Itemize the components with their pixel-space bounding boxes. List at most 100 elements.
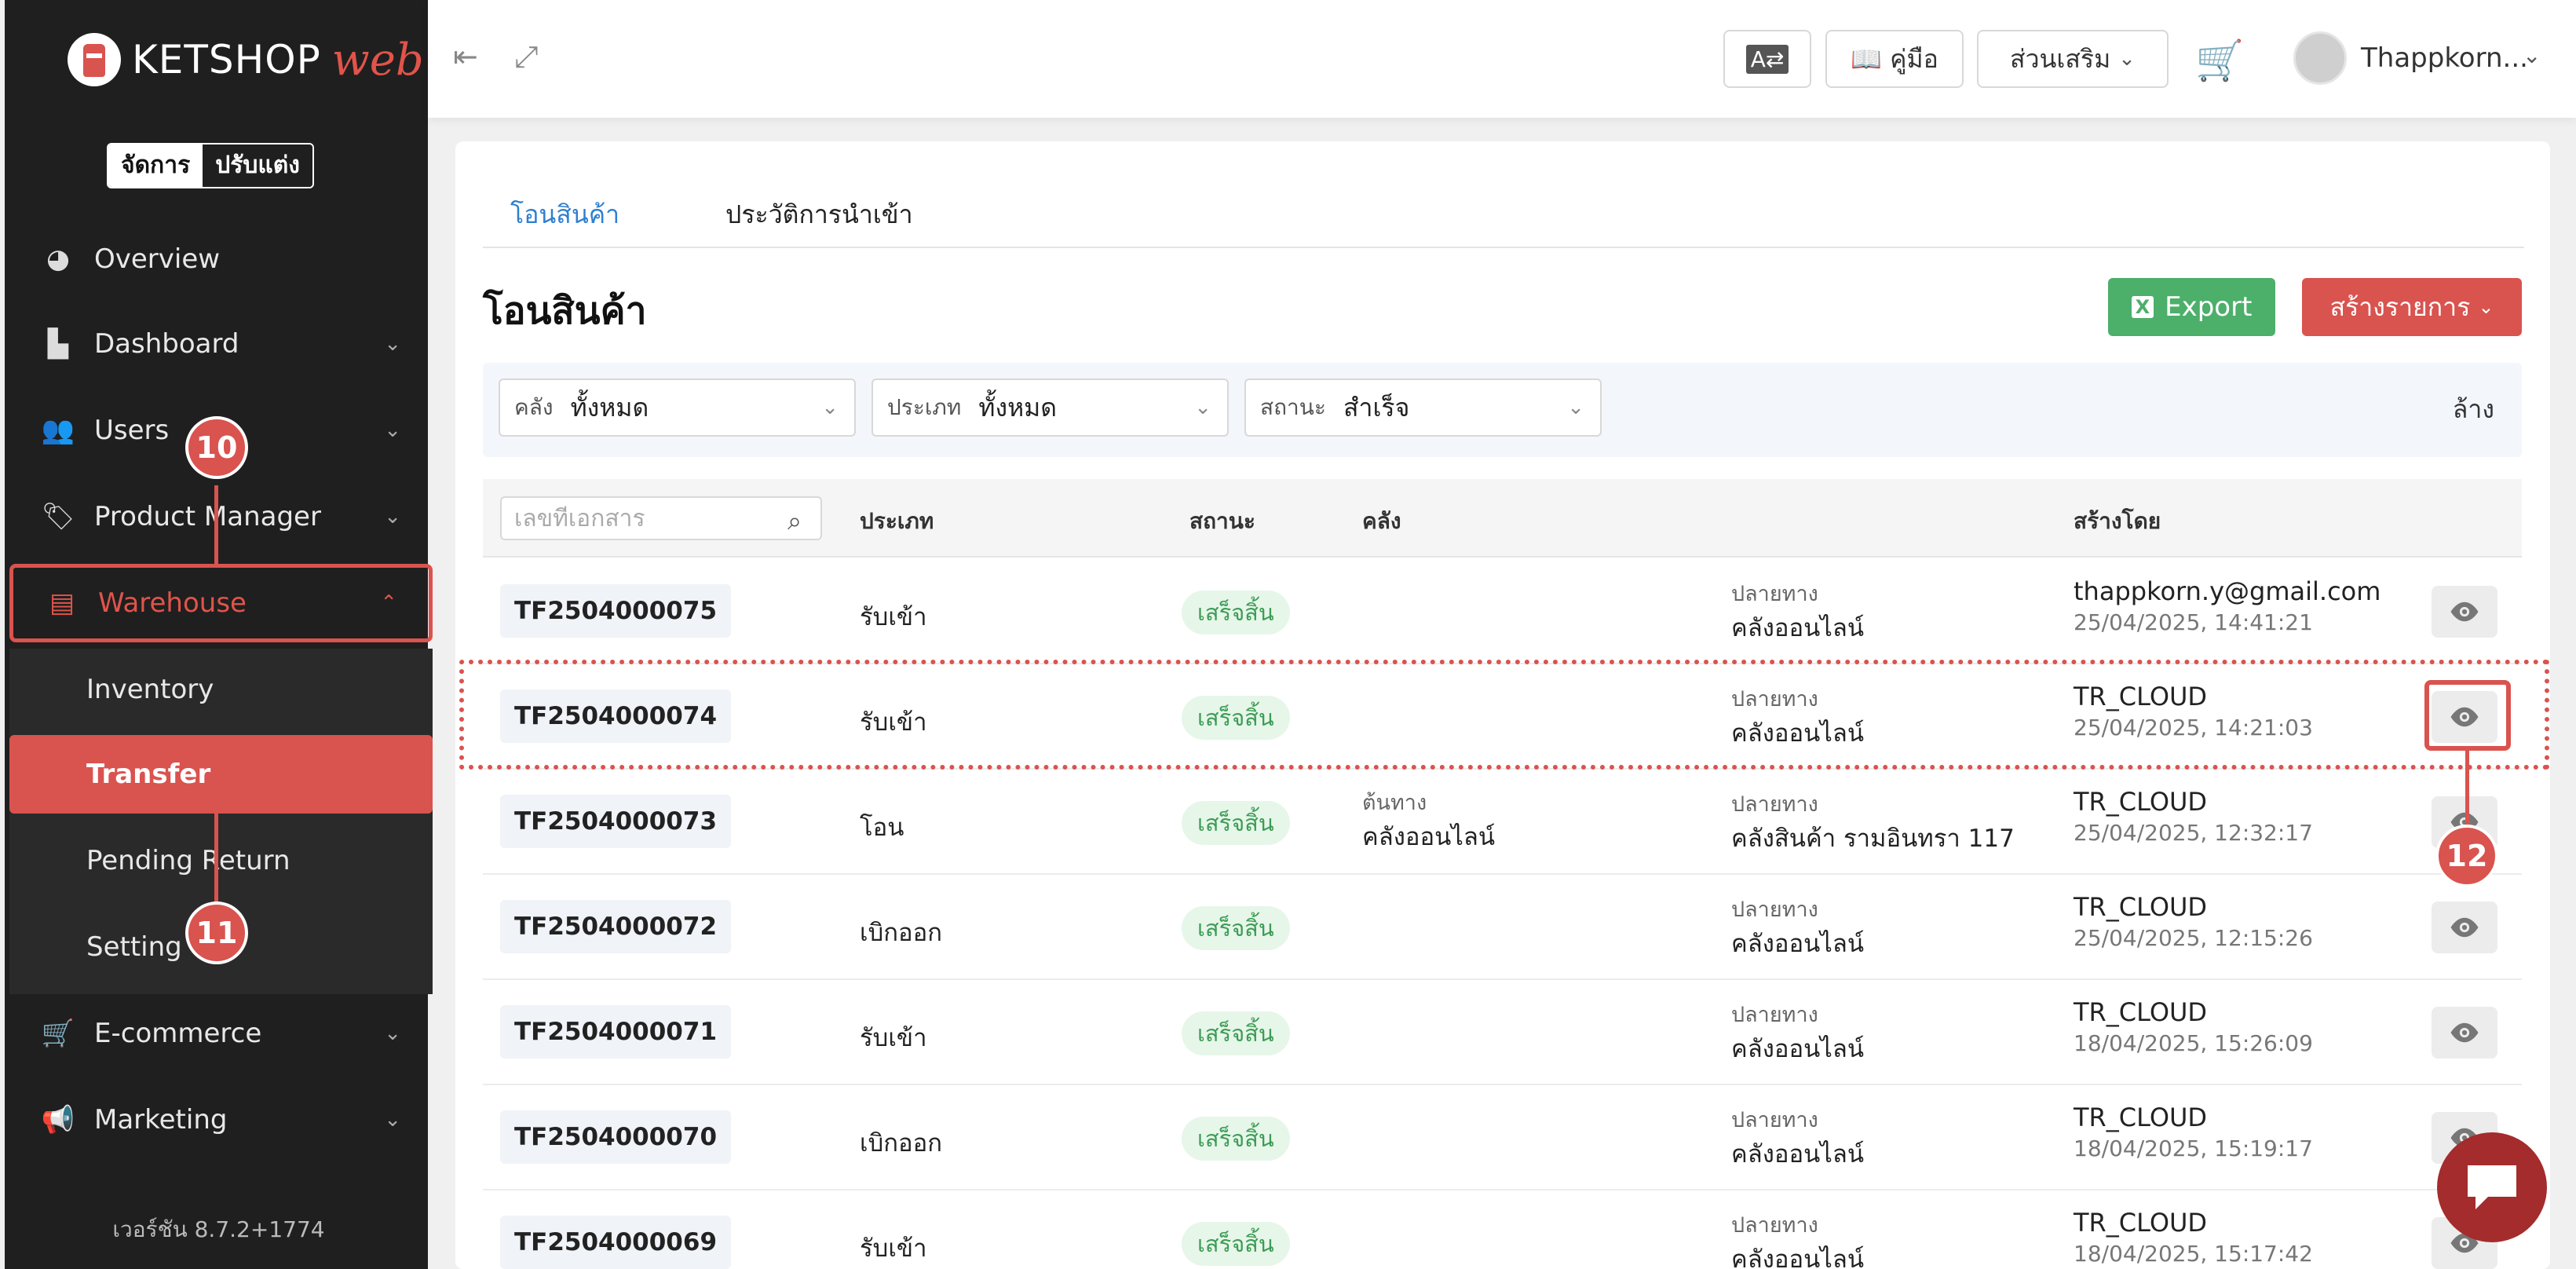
table-row: TF2504000075 รับเข้า เสร็จสิ้น ปลายทาง คลังอ…	[483, 559, 2522, 664]
destination-warehouse: คลังออนไลน์	[1731, 719, 1865, 748]
view-button[interactable]	[2432, 586, 2497, 638]
sidebar-item-product-manager[interactable]: 🏷 Product Manager ⌄	[9, 477, 433, 556]
sidebar-item-label: Product Manager	[94, 501, 321, 532]
doc-number[interactable]: TF2504000075	[500, 584, 732, 638]
cart-icon: 🛒	[41, 1018, 75, 1049]
table-row: TF2504000070 เบิกออก เสร็จสิ้น ปลายทาง คลังอ…	[483, 1085, 2522, 1190]
status-badge: เสร็จสิ้น	[1182, 696, 1290, 740]
sidebar-subitem-inventory[interactable]: Inventory	[9, 650, 433, 729]
sidebar-subitem-pending-return[interactable]: Pending Return	[9, 821, 433, 900]
manual-button[interactable]: 📖 คู่มือ	[1825, 30, 1964, 88]
chat-button[interactable]	[2437, 1132, 2547, 1242]
chevron-up-icon: ⌃	[380, 591, 397, 615]
chevron-down-icon: ⌄	[2118, 47, 2136, 71]
fullscreen-icon[interactable]: ⤢	[514, 39, 538, 75]
pie-chart-icon: ◕	[46, 243, 70, 275]
created-by: TR_CLOUD	[2074, 787, 2208, 817]
doc-number[interactable]: TF2504000069	[500, 1216, 732, 1269]
brand-suffix: web	[331, 34, 424, 86]
bar-chart-icon: ▙	[47, 328, 69, 360]
sidebar-item-label: Overview	[94, 243, 221, 275]
create-label: สร้างรายการ	[2329, 291, 2471, 322]
export-button[interactable]: X Export	[2108, 278, 2275, 336]
doc-number[interactable]: TF2504000071	[500, 1005, 732, 1059]
destination-warehouse: คลังออนไลน์	[1731, 1245, 1865, 1269]
doc-number[interactable]: TF2504000074	[500, 689, 732, 743]
transfer-type: เบิกออก	[860, 1129, 943, 1157]
view-button[interactable]	[2432, 1007, 2497, 1059]
destination-label: ปลายทาง	[1731, 582, 1818, 606]
status-filter[interactable]: สถานะ สำเร็จ ⌄	[1244, 379, 1602, 437]
created-by: TR_CLOUD	[2074, 682, 2208, 711]
users-icon: 👥	[41, 415, 75, 446]
status-badge: เสร็จสิ้น	[1182, 906, 1290, 950]
sidebar-subitem-transfer[interactable]: Transfer	[9, 735, 433, 814]
column-header-warehouse: คลัง	[1362, 508, 1401, 534]
status-badge: เสร็จสิ้น	[1182, 1011, 1290, 1055]
collapse-sidebar-icon[interactable]: ⇤	[453, 39, 478, 74]
chevron-down-icon: ⌄	[2478, 296, 2494, 318]
addon-label: ส่วนเสริม	[2010, 43, 2111, 74]
excel-icon: X	[2131, 296, 2154, 318]
book-icon: 📖	[1851, 44, 1883, 74]
warehouse-filter[interactable]: คลัง ทั้งหมด ⌄	[499, 379, 856, 437]
annotation-line	[214, 485, 218, 564]
tab-transfer[interactable]: โอนสินค้า	[510, 195, 619, 235]
export-label: Export	[2165, 291, 2253, 323]
cart-icon[interactable]: 🛒	[2195, 38, 2244, 84]
sidebar-item-ecommerce[interactable]: 🛒 E-commerce ⌄	[9, 994, 433, 1073]
transfer-type: รับเข้า	[860, 1234, 927, 1263]
top-bar: ⇤ ⤢ A⇄ 📖 คู่มือ ส่วนเสริม ⌄ 🛒 Thappkorn.…	[428, 0, 2576, 118]
created-by: TR_CLOUD	[2074, 1208, 2208, 1238]
tag-icon: 🏷	[41, 501, 75, 532]
tab-import-history[interactable]: ประวัติการนำเข้า	[725, 195, 913, 235]
doc-number[interactable]: TF2504000073	[500, 795, 732, 848]
source-label: ต้นทาง	[1362, 791, 1427, 815]
avatar[interactable]	[2293, 31, 2347, 85]
doc-number-search: ⌕	[500, 496, 822, 540]
clear-filters-button[interactable]: ล้าง	[2453, 389, 2494, 430]
user-name[interactable]: Thappkorn...	[2361, 42, 2528, 74]
annotation-line	[214, 814, 218, 908]
type-filter[interactable]: ประเภท ทั้งหมด ⌄	[871, 379, 1229, 437]
transfer-type: รับเข้า	[860, 603, 927, 631]
chevron-down-icon: ⌄	[384, 332, 401, 356]
sidebar-item-marketing[interactable]: 📢 Marketing ⌄	[9, 1081, 433, 1159]
status-badge: เสร็จสิ้น	[1182, 801, 1290, 845]
chevron-down-icon: ⌄	[821, 396, 839, 419]
column-header-type: ประเภท	[860, 508, 934, 534]
mode-customize-button[interactable]: ปรับแต่ง	[203, 144, 312, 187]
sidebar-item-overview[interactable]: ◕ Overview	[9, 220, 433, 298]
chevron-down-icon[interactable]: ⌄	[2523, 42, 2541, 68]
eye-icon	[2448, 700, 2481, 733]
brand-logo[interactable]: KETSHOP web	[68, 28, 424, 91]
language-button[interactable]: A⇄	[1723, 30, 1811, 88]
sidebar-item-dashboard[interactable]: ▙ Dashboard ⌄	[9, 305, 433, 383]
addon-dropdown[interactable]: ส่วนเสริม ⌄	[1977, 30, 2169, 88]
create-list-button[interactable]: สร้างรายการ ⌄	[2302, 278, 2522, 336]
annotation-marker-10: 10	[185, 416, 248, 479]
sidebar-item-label: Dashboard	[94, 328, 239, 360]
doc-number[interactable]: TF2504000070	[500, 1110, 732, 1164]
megaphone-icon: 📢	[41, 1104, 75, 1136]
chevron-down-icon: ⌄	[384, 1108, 401, 1132]
created-at: 18/04/2025, 15:26:09	[2074, 1030, 2313, 1056]
destination-warehouse: คลังออนไลน์	[1731, 1035, 1865, 1063]
mode-manage-button[interactable]: จัดการ	[108, 144, 203, 187]
sidebar-item-label: Users	[94, 415, 170, 446]
sidebar-item-label: E-commerce	[94, 1018, 262, 1049]
search-icon[interactable]: ⌕	[787, 506, 802, 536]
chat-icon	[2468, 1165, 2516, 1209]
sidebar-subitem-label: Pending Return	[86, 845, 290, 876]
created-by: TR_CLOUD	[2074, 997, 2208, 1027]
doc-number[interactable]: TF2504000072	[500, 900, 732, 953]
table-row: TF2504000072 เบิกออก เสร็จสิ้น ปลายทาง คลังอ…	[483, 875, 2522, 980]
view-button[interactable]	[2432, 691, 2497, 743]
filter-label: คลัง	[514, 394, 554, 420]
sidebar-item-warehouse[interactable]: ▤ Warehouse ⌃	[9, 564, 433, 642]
view-button[interactable]	[2432, 901, 2497, 953]
doc-number-input[interactable]	[514, 504, 765, 532]
table-header: ⌕ ประเภท สถานะ คลัง สร้างโดย	[483, 479, 2522, 558]
created-at: 25/04/2025, 12:32:17	[2074, 820, 2313, 846]
main-card: โอนสินค้า ประวัติการนำเข้า โอนสินค้า X E…	[455, 141, 2550, 1269]
